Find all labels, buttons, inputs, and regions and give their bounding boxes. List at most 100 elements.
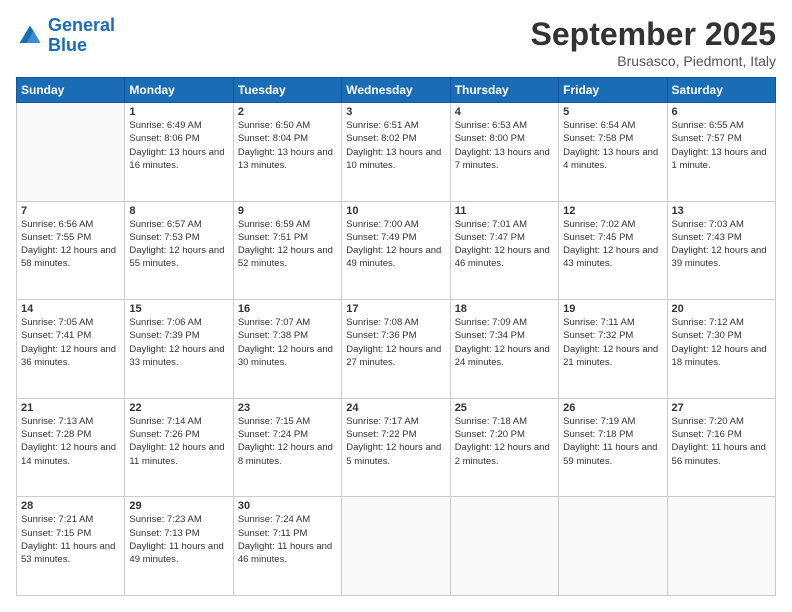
day-number: 11 (455, 205, 554, 217)
logo-blue: Blue (48, 36, 115, 56)
day-info: Sunrise: 6:50 AM Sunset: 8:04 PM Dayligh… (238, 119, 337, 172)
day-info: Sunrise: 6:51 AM Sunset: 8:02 PM Dayligh… (346, 119, 445, 172)
calendar-cell: 12 Sunrise: 7:02 AM Sunset: 7:45 PM Dayl… (559, 201, 667, 300)
day-number: 13 (672, 205, 771, 217)
day-info: Sunrise: 6:55 AM Sunset: 7:57 PM Dayligh… (672, 119, 771, 172)
day-info: Sunrise: 6:53 AM Sunset: 8:00 PM Dayligh… (455, 119, 554, 172)
sunset-text: Sunset: 7:15 PM (21, 527, 120, 540)
day-info: Sunrise: 7:23 AM Sunset: 7:13 PM Dayligh… (129, 513, 228, 566)
daylight-text: Daylight: 13 hours and 16 minutes. (129, 146, 228, 173)
day-number: 24 (346, 402, 445, 414)
calendar-cell: 21 Sunrise: 7:13 AM Sunset: 7:28 PM Dayl… (17, 398, 125, 497)
logo-icon (16, 22, 44, 50)
sunrise-text: Sunrise: 6:51 AM (346, 119, 445, 132)
sunrise-text: Sunrise: 7:08 AM (346, 316, 445, 329)
day-number: 5 (563, 106, 662, 118)
weekday-header-saturday: Saturday (667, 78, 775, 103)
day-number: 16 (238, 303, 337, 315)
day-info: Sunrise: 7:14 AM Sunset: 7:26 PM Dayligh… (129, 415, 228, 468)
day-info: Sunrise: 7:12 AM Sunset: 7:30 PM Dayligh… (672, 316, 771, 369)
sunset-text: Sunset: 7:38 PM (238, 329, 337, 342)
day-number: 19 (563, 303, 662, 315)
calendar-cell: 24 Sunrise: 7:17 AM Sunset: 7:22 PM Dayl… (342, 398, 450, 497)
calendar-cell (667, 497, 775, 596)
sunset-text: Sunset: 8:04 PM (238, 132, 337, 145)
sunrise-text: Sunrise: 7:24 AM (238, 513, 337, 526)
day-number: 29 (129, 500, 228, 512)
sunset-text: Sunset: 7:57 PM (672, 132, 771, 145)
day-info: Sunrise: 7:17 AM Sunset: 7:22 PM Dayligh… (346, 415, 445, 468)
sunset-text: Sunset: 7:13 PM (129, 527, 228, 540)
day-info: Sunrise: 6:57 AM Sunset: 7:53 PM Dayligh… (129, 218, 228, 271)
daylight-text: Daylight: 12 hours and 11 minutes. (129, 441, 228, 468)
weekday-header-wednesday: Wednesday (342, 78, 450, 103)
sunrise-text: Sunrise: 6:53 AM (455, 119, 554, 132)
calendar-cell: 15 Sunrise: 7:06 AM Sunset: 7:39 PM Dayl… (125, 300, 233, 399)
calendar-table: SundayMondayTuesdayWednesdayThursdayFrid… (16, 77, 776, 596)
daylight-text: Daylight: 12 hours and 5 minutes. (346, 441, 445, 468)
weekday-header-tuesday: Tuesday (233, 78, 341, 103)
calendar-cell: 8 Sunrise: 6:57 AM Sunset: 7:53 PM Dayli… (125, 201, 233, 300)
sunrise-text: Sunrise: 6:59 AM (238, 218, 337, 231)
calendar-cell: 13 Sunrise: 7:03 AM Sunset: 7:43 PM Dayl… (667, 201, 775, 300)
sunset-text: Sunset: 7:32 PM (563, 329, 662, 342)
calendar-cell: 16 Sunrise: 7:07 AM Sunset: 7:38 PM Dayl… (233, 300, 341, 399)
calendar-cell: 14 Sunrise: 7:05 AM Sunset: 7:41 PM Dayl… (17, 300, 125, 399)
sunrise-text: Sunrise: 7:13 AM (21, 415, 120, 428)
day-info: Sunrise: 6:56 AM Sunset: 7:55 PM Dayligh… (21, 218, 120, 271)
day-number: 25 (455, 402, 554, 414)
daylight-text: Daylight: 12 hours and 49 minutes. (346, 244, 445, 271)
weekday-header-friday: Friday (559, 78, 667, 103)
daylight-text: Daylight: 12 hours and 21 minutes. (563, 343, 662, 370)
sunrise-text: Sunrise: 7:07 AM (238, 316, 337, 329)
calendar-week-3: 14 Sunrise: 7:05 AM Sunset: 7:41 PM Dayl… (17, 300, 776, 399)
calendar-cell: 11 Sunrise: 7:01 AM Sunset: 7:47 PM Dayl… (450, 201, 558, 300)
daylight-text: Daylight: 12 hours and 30 minutes. (238, 343, 337, 370)
sunset-text: Sunset: 7:43 PM (672, 231, 771, 244)
sunrise-text: Sunrise: 7:06 AM (129, 316, 228, 329)
day-info: Sunrise: 7:08 AM Sunset: 7:36 PM Dayligh… (346, 316, 445, 369)
day-info: Sunrise: 7:18 AM Sunset: 7:20 PM Dayligh… (455, 415, 554, 468)
header: General Blue September 2025 Brusasco, Pi… (16, 16, 776, 69)
sunset-text: Sunset: 7:39 PM (129, 329, 228, 342)
daylight-text: Daylight: 12 hours and 39 minutes. (672, 244, 771, 271)
day-number: 27 (672, 402, 771, 414)
calendar-cell: 9 Sunrise: 6:59 AM Sunset: 7:51 PM Dayli… (233, 201, 341, 300)
sunrise-text: Sunrise: 7:14 AM (129, 415, 228, 428)
calendar-cell: 10 Sunrise: 7:00 AM Sunset: 7:49 PM Dayl… (342, 201, 450, 300)
sunrise-text: Sunrise: 6:57 AM (129, 218, 228, 231)
sunrise-text: Sunrise: 7:09 AM (455, 316, 554, 329)
sunset-text: Sunset: 7:47 PM (455, 231, 554, 244)
sunset-text: Sunset: 7:36 PM (346, 329, 445, 342)
day-number: 8 (129, 205, 228, 217)
month-title: September 2025 (531, 16, 776, 53)
sunrise-text: Sunrise: 7:15 AM (238, 415, 337, 428)
calendar-cell: 23 Sunrise: 7:15 AM Sunset: 7:24 PM Dayl… (233, 398, 341, 497)
daylight-text: Daylight: 12 hours and 36 minutes. (21, 343, 120, 370)
sunset-text: Sunset: 7:16 PM (672, 428, 771, 441)
calendar-week-1: 1 Sunrise: 6:49 AM Sunset: 8:06 PM Dayli… (17, 103, 776, 202)
day-number: 23 (238, 402, 337, 414)
sunset-text: Sunset: 7:58 PM (563, 132, 662, 145)
day-info: Sunrise: 7:11 AM Sunset: 7:32 PM Dayligh… (563, 316, 662, 369)
daylight-text: Daylight: 13 hours and 7 minutes. (455, 146, 554, 173)
day-info: Sunrise: 7:19 AM Sunset: 7:18 PM Dayligh… (563, 415, 662, 468)
sunrise-text: Sunrise: 7:05 AM (21, 316, 120, 329)
sunrise-text: Sunrise: 7:11 AM (563, 316, 662, 329)
sunset-text: Sunset: 7:30 PM (672, 329, 771, 342)
day-number: 3 (346, 106, 445, 118)
day-number: 6 (672, 106, 771, 118)
calendar-week-5: 28 Sunrise: 7:21 AM Sunset: 7:15 PM Dayl… (17, 497, 776, 596)
daylight-text: Daylight: 12 hours and 52 minutes. (238, 244, 337, 271)
daylight-text: Daylight: 12 hours and 14 minutes. (21, 441, 120, 468)
day-number: 18 (455, 303, 554, 315)
day-info: Sunrise: 7:06 AM Sunset: 7:39 PM Dayligh… (129, 316, 228, 369)
calendar-cell (17, 103, 125, 202)
sunrise-text: Sunrise: 7:20 AM (672, 415, 771, 428)
sunrise-text: Sunrise: 7:00 AM (346, 218, 445, 231)
day-info: Sunrise: 7:13 AM Sunset: 7:28 PM Dayligh… (21, 415, 120, 468)
sunrise-text: Sunrise: 7:19 AM (563, 415, 662, 428)
calendar-week-4: 21 Sunrise: 7:13 AM Sunset: 7:28 PM Dayl… (17, 398, 776, 497)
calendar-cell: 3 Sunrise: 6:51 AM Sunset: 8:02 PM Dayli… (342, 103, 450, 202)
day-number: 15 (129, 303, 228, 315)
